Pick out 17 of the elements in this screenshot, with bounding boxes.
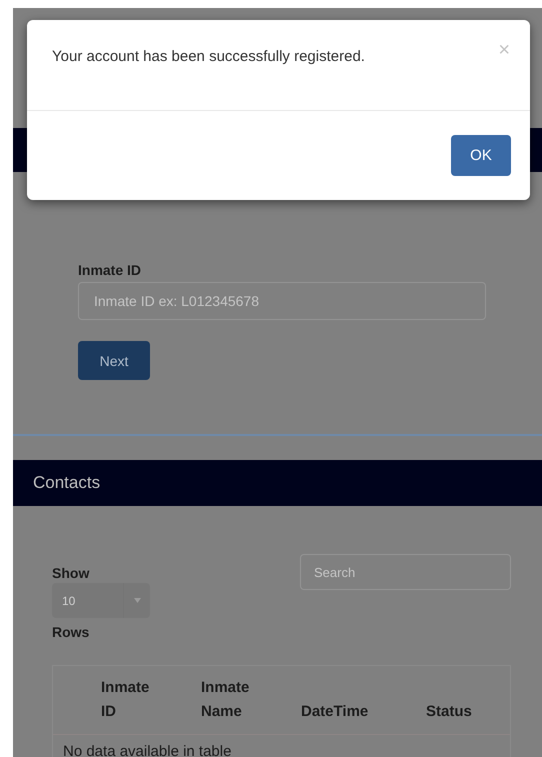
column-header[interactable]: Inmate ID: [101, 676, 163, 724]
dialog-message: Your account has been successfully registered.: [52, 48, 365, 67]
column-header[interactable]: DateTime: [301, 700, 426, 724]
search-field[interactable]: Search: [300, 554, 511, 590]
show-label: Show: [52, 565, 90, 581]
column-header[interactable]: Status: [426, 700, 510, 724]
field-label: Inmate ID: [78, 262, 142, 278]
section-title: Contacts: [33, 473, 100, 493]
rows-label: Rows: [52, 624, 90, 640]
column-header[interactable]: Inmate Name: [201, 676, 263, 724]
ok-button[interactable]: OK: [451, 135, 511, 176]
rows-select[interactable]: 10: [52, 583, 150, 618]
inmate-id-field[interactable]: Inmate ID ex: L012345678: [78, 282, 486, 320]
select-value: 10: [61, 594, 76, 608]
next-button[interactable]: Next: [78, 341, 150, 380]
empty-message: No data available in table: [62, 742, 232, 757]
caret-icon: [134, 598, 140, 603]
